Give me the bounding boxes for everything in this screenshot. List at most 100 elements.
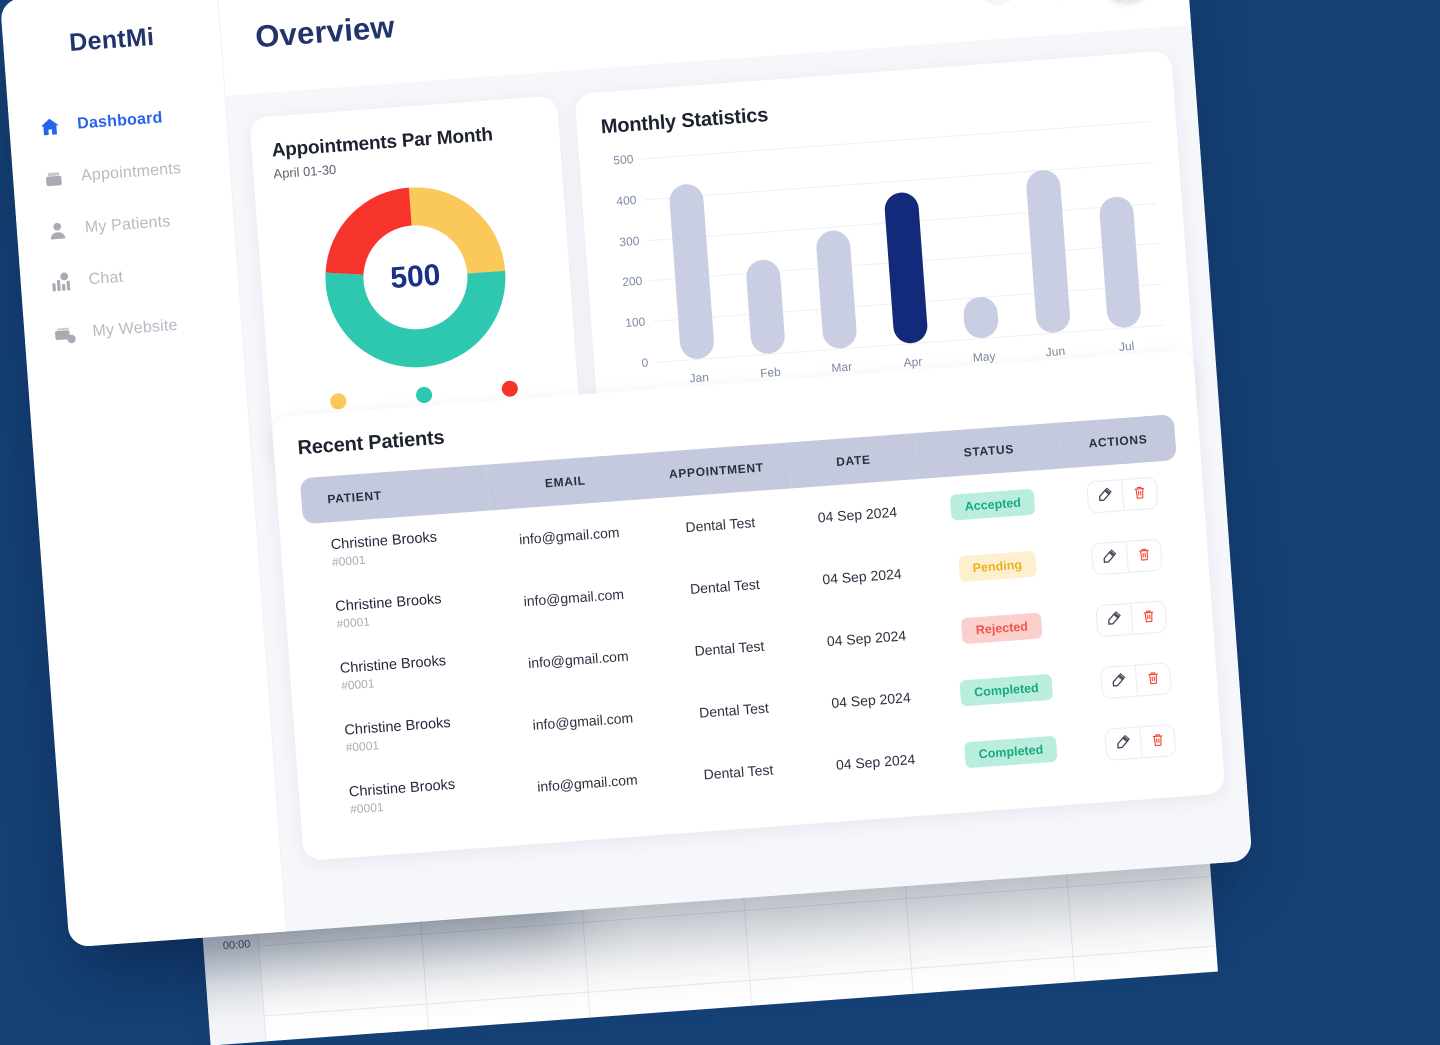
- status-badge: Completed: [964, 736, 1058, 769]
- y-tick-label: 200: [622, 274, 643, 289]
- appointment-cell: Dental Test: [663, 736, 815, 809]
- sidebar-item-label: My Website: [92, 317, 178, 341]
- main-dashboard-card: DentMi Dashboard Appointments: [0, 0, 1252, 947]
- status-cell: Accepted: [918, 468, 1067, 540]
- bar[interactable]: [1099, 196, 1142, 329]
- card-coin-icon: [52, 321, 78, 347]
- edit-button[interactable]: [1092, 542, 1128, 574]
- y-tick-label: 400: [616, 193, 637, 208]
- actions-cell: [1067, 522, 1186, 592]
- top-bar-actions: [974, 0, 1155, 11]
- home-icon: [37, 114, 63, 140]
- status-cell: Pending: [923, 530, 1072, 602]
- appointment-cell: Dental Test: [653, 612, 805, 685]
- edit-button[interactable]: [1105, 728, 1141, 760]
- appointment-cell: Dental Test: [658, 674, 810, 747]
- sidebar-nav: Dashboard Appointments My Patients: [22, 88, 244, 362]
- actions-cell: [1063, 460, 1182, 530]
- box-icon: [40, 166, 66, 192]
- sidebar-item-label: My Patients: [84, 213, 171, 237]
- status-badge: Pending: [958, 551, 1037, 583]
- edit-icon: [1101, 549, 1117, 568]
- edit-icon: [1115, 734, 1131, 753]
- actions-cell: [1072, 584, 1191, 654]
- bar[interactable]: [815, 229, 858, 349]
- notifications-button[interactable]: [1036, 0, 1083, 2]
- donut-center-value: 500: [319, 181, 512, 374]
- email-cell: info@gmail.com: [494, 561, 653, 634]
- bar[interactable]: [668, 183, 715, 360]
- edit-button[interactable]: [1096, 604, 1132, 636]
- trash-icon: [1140, 608, 1156, 627]
- delete-button[interactable]: [1139, 725, 1175, 757]
- edit-button[interactable]: [1101, 666, 1137, 698]
- patient-cell: Christine Brooks#0001: [321, 758, 512, 834]
- main-content: Overview: [217, 0, 1252, 931]
- legend-dot: [501, 380, 518, 397]
- status-cell: Completed: [932, 654, 1081, 726]
- edit-icon: [1097, 487, 1113, 506]
- row-action-group: [1104, 724, 1176, 761]
- status-badge: Completed: [959, 674, 1053, 707]
- email-cell: info@gmail.com: [490, 499, 649, 572]
- delete-button[interactable]: [1135, 663, 1171, 695]
- user-icon: [44, 218, 70, 244]
- status-badge: Accepted: [950, 489, 1036, 521]
- date-cell: 04 Sep 2024: [796, 541, 927, 612]
- date-cell: 04 Sep 2024: [801, 603, 932, 674]
- edit-icon: [1111, 672, 1127, 691]
- bars: [647, 121, 1161, 361]
- email-cell: info@gmail.com: [508, 746, 667, 819]
- sidebar-item-label: Dashboard: [77, 109, 163, 133]
- bar-column[interactable]: [1075, 121, 1161, 330]
- settings-button[interactable]: [974, 0, 1021, 6]
- app-logo: DentMi: [2, 18, 221, 63]
- trash-icon: [1131, 484, 1147, 503]
- y-tick-label: 0: [641, 356, 649, 370]
- calendar-time-label: 00:00: [222, 938, 250, 952]
- email-cell: info@gmail.com: [503, 685, 662, 758]
- trash-icon: [1136, 546, 1152, 565]
- legend-dot: [416, 386, 433, 403]
- bar[interactable]: [1025, 169, 1071, 334]
- actions-cell: [1081, 707, 1200, 777]
- bar[interactable]: [963, 296, 1000, 339]
- patients-table: PATIENTEMAILAPPOINTMENTDATESTATUSACTIONS…: [300, 414, 1200, 833]
- stage: 00:00 00:00 is just a fake DentMi Da: [0, 0, 1440, 1024]
- date-cell: 04 Sep 2024: [810, 726, 941, 797]
- delete-button[interactable]: [1130, 601, 1166, 633]
- date-cell: 04 Sep 2024: [792, 479, 923, 550]
- legend-dot: [330, 393, 347, 410]
- bar[interactable]: [745, 259, 786, 355]
- email-cell: info@gmail.com: [499, 623, 658, 696]
- y-tick-label: 500: [613, 152, 634, 167]
- delete-button[interactable]: [1125, 540, 1161, 572]
- y-tick-label: 300: [619, 233, 640, 248]
- row-action-group: [1095, 600, 1167, 637]
- sidebar-item-label: Chat: [88, 269, 124, 289]
- sidebar-item-label: Appointments: [80, 160, 181, 185]
- avatar[interactable]: [1097, 0, 1155, 2]
- actions-cell: [1076, 646, 1195, 716]
- table-body: Christine Brooks#0001info@gmail.comDenta…: [303, 460, 1199, 833]
- status-cell: Completed: [937, 716, 1086, 788]
- delete-button[interactable]: [1121, 478, 1157, 510]
- row-action-group: [1100, 662, 1172, 699]
- date-cell: 04 Sep 2024: [805, 665, 936, 736]
- trash-icon: [1149, 732, 1165, 751]
- trash-icon: [1145, 670, 1161, 689]
- row-action-group: [1090, 538, 1162, 575]
- appointment-cell: Dental Test: [649, 550, 801, 623]
- page-title: Overview: [254, 9, 396, 55]
- row-action-group: [1086, 477, 1158, 514]
- y-tick-label: 100: [625, 315, 646, 330]
- appointment-cell: Dental Test: [644, 488, 796, 561]
- bar-chart[interactable]: 0100200300400500 JanFebMarAprMayJunJul: [603, 121, 1166, 391]
- edit-icon: [1106, 611, 1122, 630]
- status-badge: Rejected: [961, 612, 1043, 644]
- status-cell: Rejected: [928, 592, 1077, 664]
- recent-patients-card: Recent Patients PATIENTEMAILAPPOINTMENTD…: [271, 350, 1225, 861]
- donut-chart[interactable]: 500: [319, 181, 512, 374]
- edit-button[interactable]: [1087, 480, 1123, 512]
- bar[interactable]: [884, 191, 929, 344]
